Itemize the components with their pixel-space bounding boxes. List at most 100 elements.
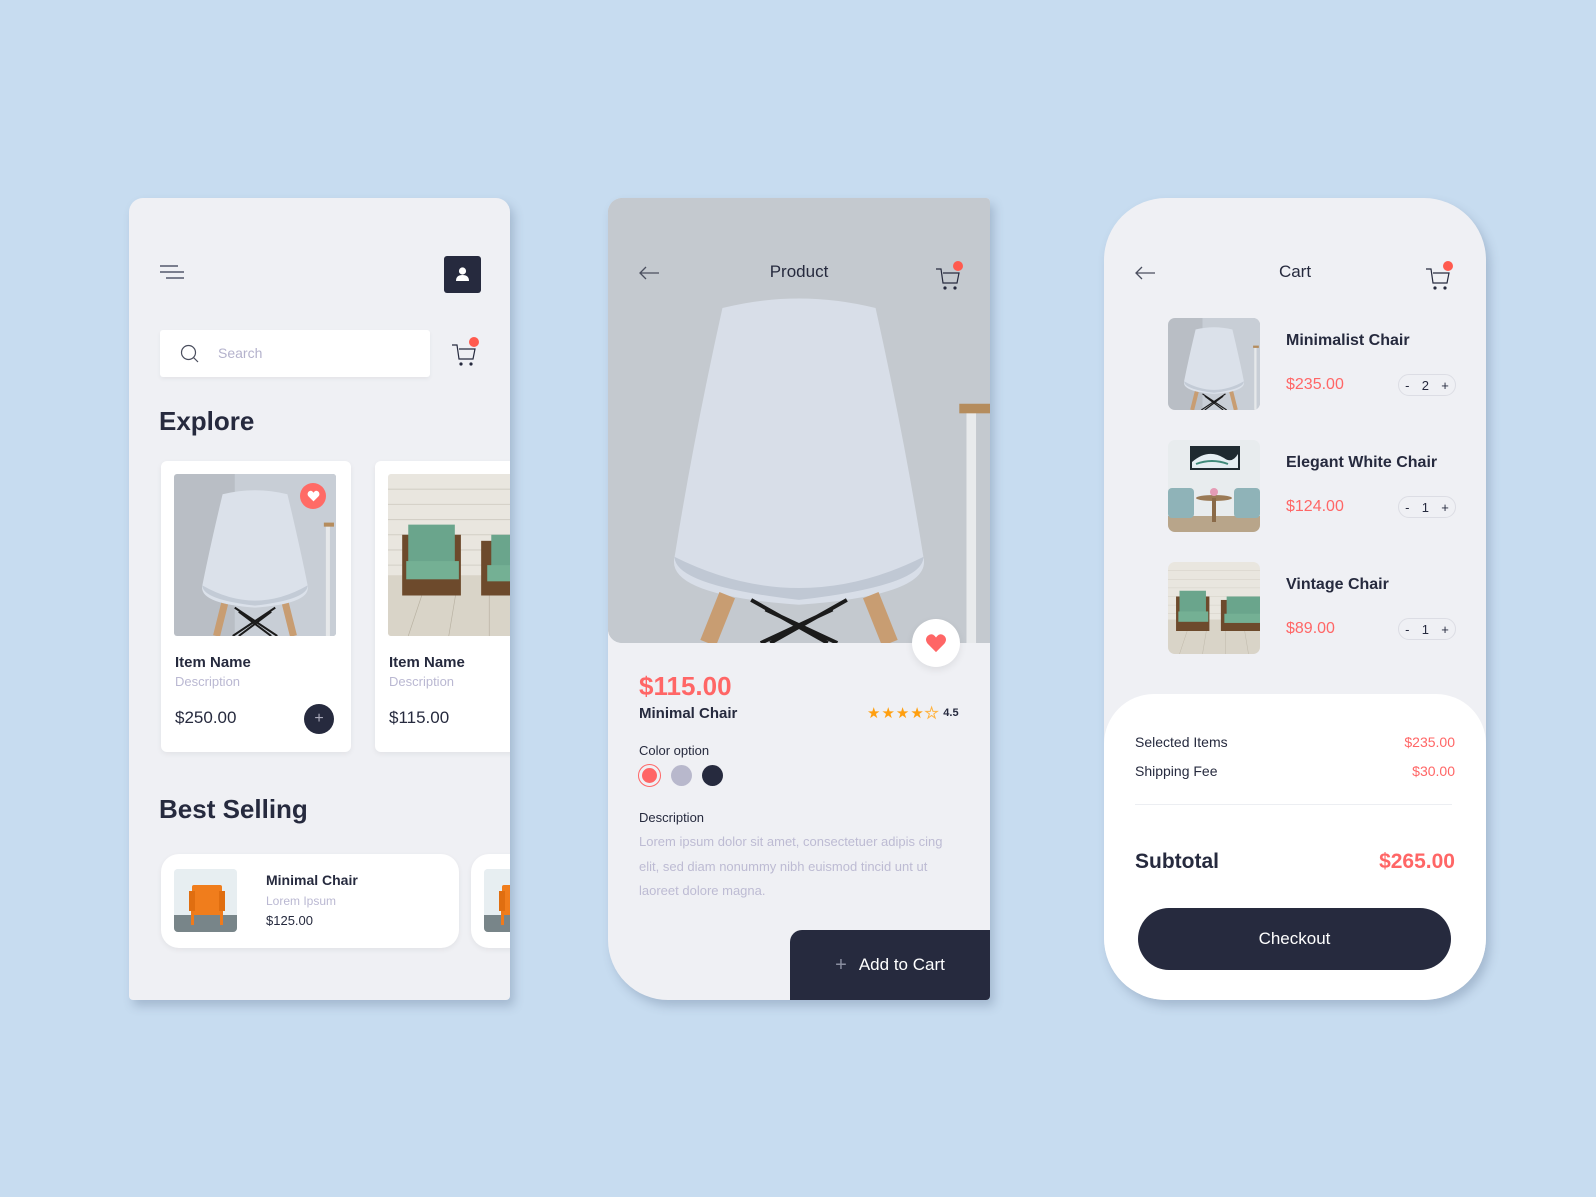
description-text: Lorem ipsum dolor sit amet, consectetuer… xyxy=(639,834,943,898)
decrement-button[interactable]: - xyxy=(1405,500,1409,515)
cart-badge-dot xyxy=(953,261,963,271)
shipping-fee-value: $30.00 xyxy=(1412,763,1455,779)
star-icon: ★ xyxy=(895,705,910,722)
description-label: Description xyxy=(639,810,705,825)
subtotal-label: Subtotal xyxy=(1135,850,1219,873)
decrement-button[interactable]: - xyxy=(1405,622,1409,637)
search-input[interactable] xyxy=(218,342,408,364)
selected-items-value: $235.00 xyxy=(1404,734,1455,750)
subtotal-value: $265.00 xyxy=(1379,850,1455,873)
product-card[interactable]: Item Name Description $250.00 + xyxy=(161,461,351,752)
star-icon: ★ xyxy=(910,705,924,722)
quantity-value: 1 xyxy=(1421,499,1429,515)
screen-title: Product xyxy=(769,262,829,281)
plus-icon: + xyxy=(314,710,324,727)
green-armchairs-image xyxy=(388,474,510,636)
star-outline-icon: ★ xyxy=(924,705,939,723)
user-icon xyxy=(456,267,469,281)
shipping-fee-row: Shipping Fee $30.00 xyxy=(1135,763,1455,779)
heart-icon xyxy=(307,490,320,502)
favorite-button[interactable] xyxy=(300,483,326,509)
product-screen: Product $115.00 Minimal Chair ★ ★ ★ ★ ★ … xyxy=(608,198,990,1000)
add-item-button[interactable]: + xyxy=(304,704,334,734)
product-card[interactable]: Item Name Description $115.00 xyxy=(375,461,510,752)
search-icon xyxy=(180,344,199,363)
search-box[interactable] xyxy=(160,330,430,377)
quantity-value: 1 xyxy=(1421,621,1429,637)
cart-item-image xyxy=(1168,562,1260,654)
cart-item-name: Vintage Chair xyxy=(1286,576,1389,593)
cart-item-name: Minimalist Chair xyxy=(1286,332,1410,349)
add-to-cart-button[interactable]: + Add to Cart xyxy=(790,930,990,1000)
plus-icon: + xyxy=(835,953,847,976)
cart-item-price: $124.00 xyxy=(1286,498,1344,515)
cart-badge-dot xyxy=(1443,261,1453,271)
divider xyxy=(1135,804,1452,805)
increment-button[interactable]: + xyxy=(1441,378,1449,393)
white-chair-image xyxy=(1168,318,1260,410)
green-armchairs-image xyxy=(1168,562,1260,654)
orange-chair-image xyxy=(174,869,237,932)
cart-item: Minimalist Chair $235.00 - 2 + xyxy=(1168,318,1458,410)
order-summary: Selected Items $235.00 Shipping Fee $30.… xyxy=(1104,694,1486,1000)
quantity-stepper[interactable]: - 1 + xyxy=(1398,618,1456,640)
favorite-button[interactable] xyxy=(912,619,960,667)
cart-item-name: Elegant White Chair xyxy=(1286,454,1438,471)
best-selling-card[interactable]: Minimal Chair Lorem Ipsum $125.00 xyxy=(161,854,459,948)
cart-item-image xyxy=(1168,440,1260,532)
quantity-value: 2 xyxy=(1421,377,1429,393)
rating-value: 4.5 xyxy=(943,707,959,719)
best-selling-image xyxy=(484,869,510,932)
star-icon: ★ xyxy=(867,705,881,722)
selected-items-label: Selected Items xyxy=(1135,734,1228,750)
shipping-fee-label: Shipping Fee xyxy=(1135,763,1218,779)
cart-item: Vintage Chair $89.00 - 1 + xyxy=(1168,562,1458,654)
profile-button[interactable] xyxy=(444,256,481,293)
increment-button[interactable]: + xyxy=(1441,622,1449,637)
decrement-button[interactable]: - xyxy=(1405,378,1409,393)
heart-icon xyxy=(925,633,947,653)
color-swatch-coral[interactable] xyxy=(638,764,661,787)
explore-title: Explore xyxy=(159,406,255,436)
cart-button[interactable] xyxy=(934,261,963,292)
best-selling-description: Lorem Ipsum xyxy=(266,894,337,908)
cart-item-price: $235.00 xyxy=(1286,376,1344,393)
subtotal-row: Subtotal $265.00 xyxy=(1135,850,1455,874)
cart-button[interactable] xyxy=(450,337,479,368)
rating: ★ ★ ★ ★ ★ 4.5 xyxy=(867,704,959,723)
cart-item-price: $89.00 xyxy=(1286,620,1335,637)
best-selling-price: $125.00 xyxy=(266,913,313,928)
menu-icon[interactable] xyxy=(160,265,184,281)
explore-screen: Explore Item Name Description $250.00 + … xyxy=(129,198,510,1000)
color-option-label: Color option xyxy=(639,743,710,758)
product-name: Minimal Chair xyxy=(639,705,738,722)
checkout-button[interactable]: Checkout xyxy=(1138,908,1451,970)
cart-button[interactable] xyxy=(1424,261,1453,292)
blue-chairs-image xyxy=(1168,440,1260,532)
cart-screen: Cart Minimalist Chair $235.00 - 2 + Eleg… xyxy=(1104,198,1486,1000)
cart-item: Elegant White Chair $124.00 - 1 + xyxy=(1168,440,1458,532)
color-options xyxy=(638,764,723,787)
color-swatch-lavender[interactable] xyxy=(671,765,692,786)
item-description: Description xyxy=(389,674,455,689)
orange-chair-image xyxy=(484,869,510,932)
product-price: $115.00 xyxy=(639,671,732,701)
color-swatch-navy[interactable] xyxy=(702,765,723,786)
quantity-stepper[interactable]: - 1 + xyxy=(1398,496,1456,518)
product-image xyxy=(388,474,510,636)
item-name: Item Name xyxy=(175,654,251,671)
best-selling-title: Best Selling xyxy=(159,794,308,824)
best-selling-name: Minimal Chair xyxy=(266,872,358,888)
item-description: Description xyxy=(175,674,241,689)
best-selling-image xyxy=(174,869,237,932)
quantity-stepper[interactable]: - 2 + xyxy=(1398,374,1456,396)
selected-items-row: Selected Items $235.00 xyxy=(1135,734,1455,750)
cart-badge-dot xyxy=(469,337,479,347)
increment-button[interactable]: + xyxy=(1441,500,1449,515)
cart-item-image xyxy=(1168,318,1260,410)
best-selling-card-partial[interactable] xyxy=(471,854,510,948)
item-price: $115.00 xyxy=(389,708,450,727)
add-to-cart-label: Add to Cart xyxy=(858,955,945,974)
item-name: Item Name xyxy=(389,654,465,671)
star-icon: ★ xyxy=(881,705,895,722)
